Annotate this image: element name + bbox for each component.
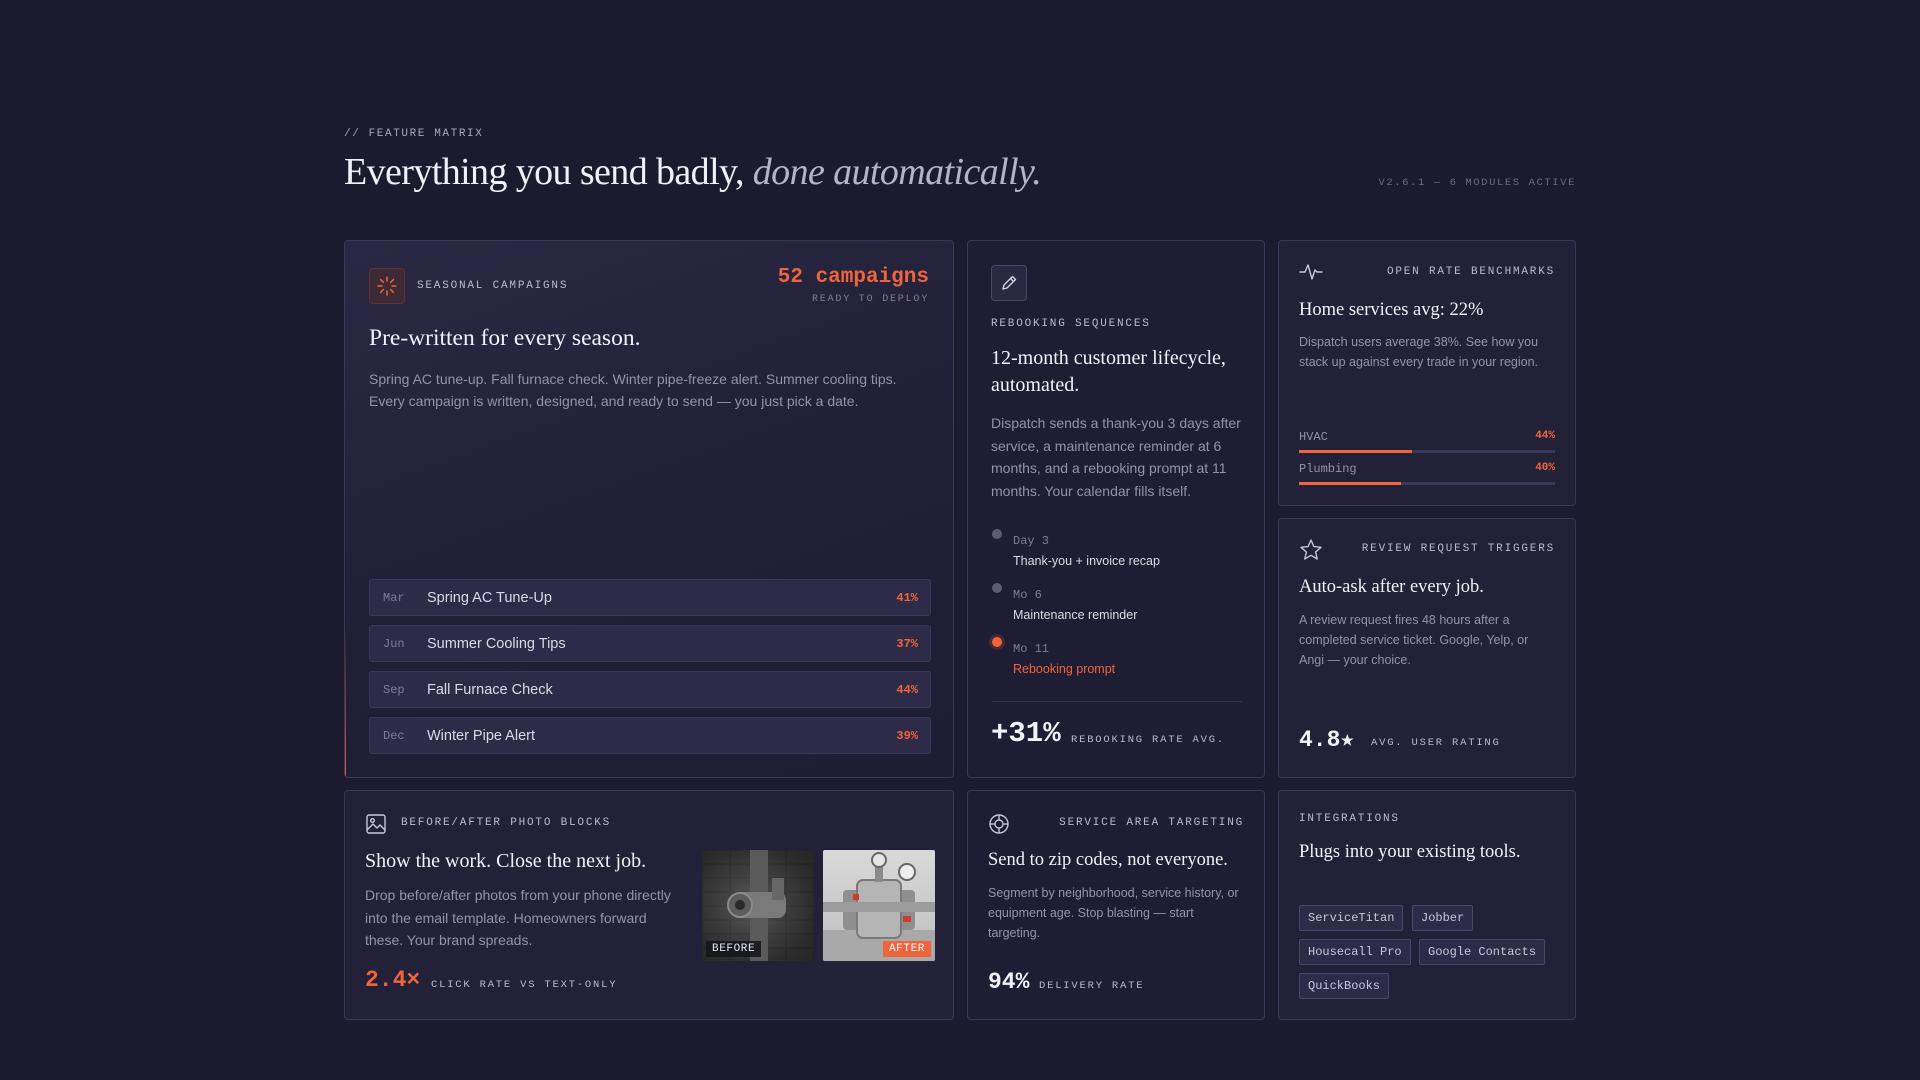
row-month: Mar: [383, 591, 405, 605]
card-label: OPEN RATE BENCHMARKS: [1386, 266, 1555, 278]
timeline-dot-active: [992, 637, 1002, 647]
row-rate: 37%: [896, 637, 918, 651]
card-label: REBOOKING SEQUENCES: [991, 318, 1151, 330]
open-rate-benchmarks-card: OPEN RATE BENCHMARKS Home services avg: …: [1278, 240, 1576, 506]
title-main: Everything you send badly,: [344, 151, 744, 193]
version-badge: V2.6.1 — 6 MODULES ACTIVE: [1378, 177, 1576, 189]
row-rate: 39%: [896, 729, 918, 743]
campaign-row[interactable]: Jun Summer Cooling Tips 37%: [369, 625, 931, 662]
campaign-row[interactable]: Mar Spring AC Tune-Up 41%: [369, 579, 931, 616]
click-rate-label: CLICK RATE VS TEXT-ONLY: [431, 979, 618, 991]
timeline-step: Thank-you + invoice recap: [1013, 554, 1160, 568]
card-body: Spring AC tune-up. Fall furnace check. W…: [369, 371, 897, 409]
section-eyebrow: // FEATURE MATRIX: [344, 128, 484, 140]
rebooking-stat-label: REBOOKING RATE AVG.: [1071, 734, 1225, 746]
rating-stat: 4.8★: [1299, 727, 1355, 753]
review-request-card: REVIEW REQUEST TRIGGERS Auto-ask after e…: [1278, 518, 1576, 778]
card-body: Segment by neighborhood, service history…: [988, 886, 1239, 940]
row-month: Jun: [383, 637, 405, 651]
card-title: Pre-written for every season.: [369, 325, 641, 351]
accent-line: [345, 621, 346, 777]
bar-track: [1299, 450, 1555, 453]
click-rate-stat: 2.4×: [365, 967, 421, 993]
row-name: Winter Pipe Alert: [427, 728, 535, 744]
row-month: Sep: [383, 683, 405, 697]
card-label: SEASONAL CAMPAIGNS: [417, 280, 569, 292]
card-title: Auto-ask after every job.: [1299, 577, 1484, 597]
integrations-card: INTEGRATIONS Plugs into your existing to…: [1278, 790, 1576, 1020]
bar-fill: [1299, 482, 1402, 485]
card-label: REVIEW REQUEST TRIGGERS: [1361, 543, 1555, 555]
pencil-icon: [991, 265, 1027, 301]
campaign-count-sub: READY TO DEPLOY: [811, 294, 929, 305]
card-body: Dispatch sends a thank-you 3 days after …: [991, 415, 1241, 499]
divider: [992, 701, 1242, 702]
row-name: Summer Cooling Tips: [427, 636, 566, 652]
integration-chip[interactable]: Jobber: [1412, 905, 1474, 931]
campaign-row[interactable]: Sep Fall Furnace Check 44%: [369, 671, 931, 708]
card-title: Send to zip codes, not everyone.: [988, 850, 1228, 870]
after-tag: AFTER: [882, 941, 931, 957]
service-area-card: SERVICE AREA TARGETING Send to zip codes…: [967, 790, 1265, 1020]
seasonal-campaigns-card: SEASONAL CAMPAIGNS 52 campaigns READY TO…: [344, 240, 954, 778]
sun-icon: [369, 268, 405, 304]
card-label: INTEGRATIONS: [1299, 813, 1400, 825]
card-label: BEFORE/AFTER PHOTO BLOCKS: [401, 817, 612, 829]
integration-chip[interactable]: ServiceTitan: [1299, 905, 1404, 931]
bar-fill: [1299, 450, 1412, 453]
campaign-row[interactable]: Dec Winter Pipe Alert 39%: [369, 717, 931, 754]
bar-value: 44%: [1535, 430, 1555, 442]
card-body: Dispatch users average 38%. See how you …: [1299, 335, 1539, 369]
row-month: Dec: [383, 729, 405, 743]
card-title: Plugs into your existing tools.: [1299, 842, 1521, 862]
bar-track: [1299, 482, 1555, 485]
star-icon: [1299, 538, 1323, 567]
before-after-card: BEFORE/AFTER PHOTO BLOCKS Show the work.…: [344, 790, 954, 1020]
after-photo: AFTER: [823, 850, 935, 961]
card-body: A review request fires 48 hours after a …: [1299, 613, 1529, 667]
bar-name: HVAC: [1299, 430, 1328, 444]
integration-chip[interactable]: Google Contacts: [1419, 939, 1546, 965]
timeline-day: Mo 6: [1013, 588, 1042, 602]
row-rate: 41%: [896, 591, 918, 605]
row-name: Fall Furnace Check: [427, 682, 553, 698]
title-italic: done automatically.: [752, 151, 1042, 193]
page-title: Everything you send badly, done automati…: [344, 150, 1042, 194]
timeline-day: Mo 11: [1013, 642, 1050, 656]
timeline-step: Rebooking prompt: [1013, 662, 1116, 676]
bar-value: 40%: [1535, 462, 1555, 474]
campaign-count: 52 campaigns: [777, 266, 929, 289]
timeline-dot: [992, 529, 1002, 539]
rating-stat-label: AVG. USER RATING: [1371, 737, 1501, 749]
pulse-icon: [1299, 261, 1323, 288]
rebooking-sequences-card: REBOOKING SEQUENCES 12-month customer li…: [967, 240, 1265, 778]
card-title: 12-month customer lifecycle, automated.: [991, 347, 1226, 396]
delivery-stat: 94%: [988, 969, 1030, 995]
timeline-step: Maintenance reminder: [1013, 608, 1138, 622]
delivery-stat-label: DELIVERY RATE: [1039, 980, 1145, 992]
before-tag: BEFORE: [706, 941, 762, 957]
card-label: SERVICE AREA TARGETING: [1059, 817, 1244, 829]
integration-chip[interactable]: Housecall Pro: [1299, 939, 1411, 965]
bar-name: Plumbing: [1299, 462, 1357, 476]
row-rate: 44%: [896, 683, 918, 697]
target-icon: [988, 813, 1010, 840]
row-name: Spring AC Tune-Up: [427, 590, 552, 606]
image-icon: [365, 813, 387, 840]
rebooking-stat: +31%: [991, 717, 1061, 750]
card-title: Show the work. Close the next job.: [365, 850, 647, 872]
integration-chip[interactable]: QuickBooks: [1299, 973, 1390, 999]
card-body: Drop before/after photos from your phone…: [365, 887, 671, 948]
card-title: Home services avg: 22%: [1299, 300, 1484, 320]
timeline-dot: [992, 583, 1002, 593]
timeline-day: Day 3: [1013, 534, 1050, 548]
before-photo: BEFORE: [702, 850, 814, 961]
